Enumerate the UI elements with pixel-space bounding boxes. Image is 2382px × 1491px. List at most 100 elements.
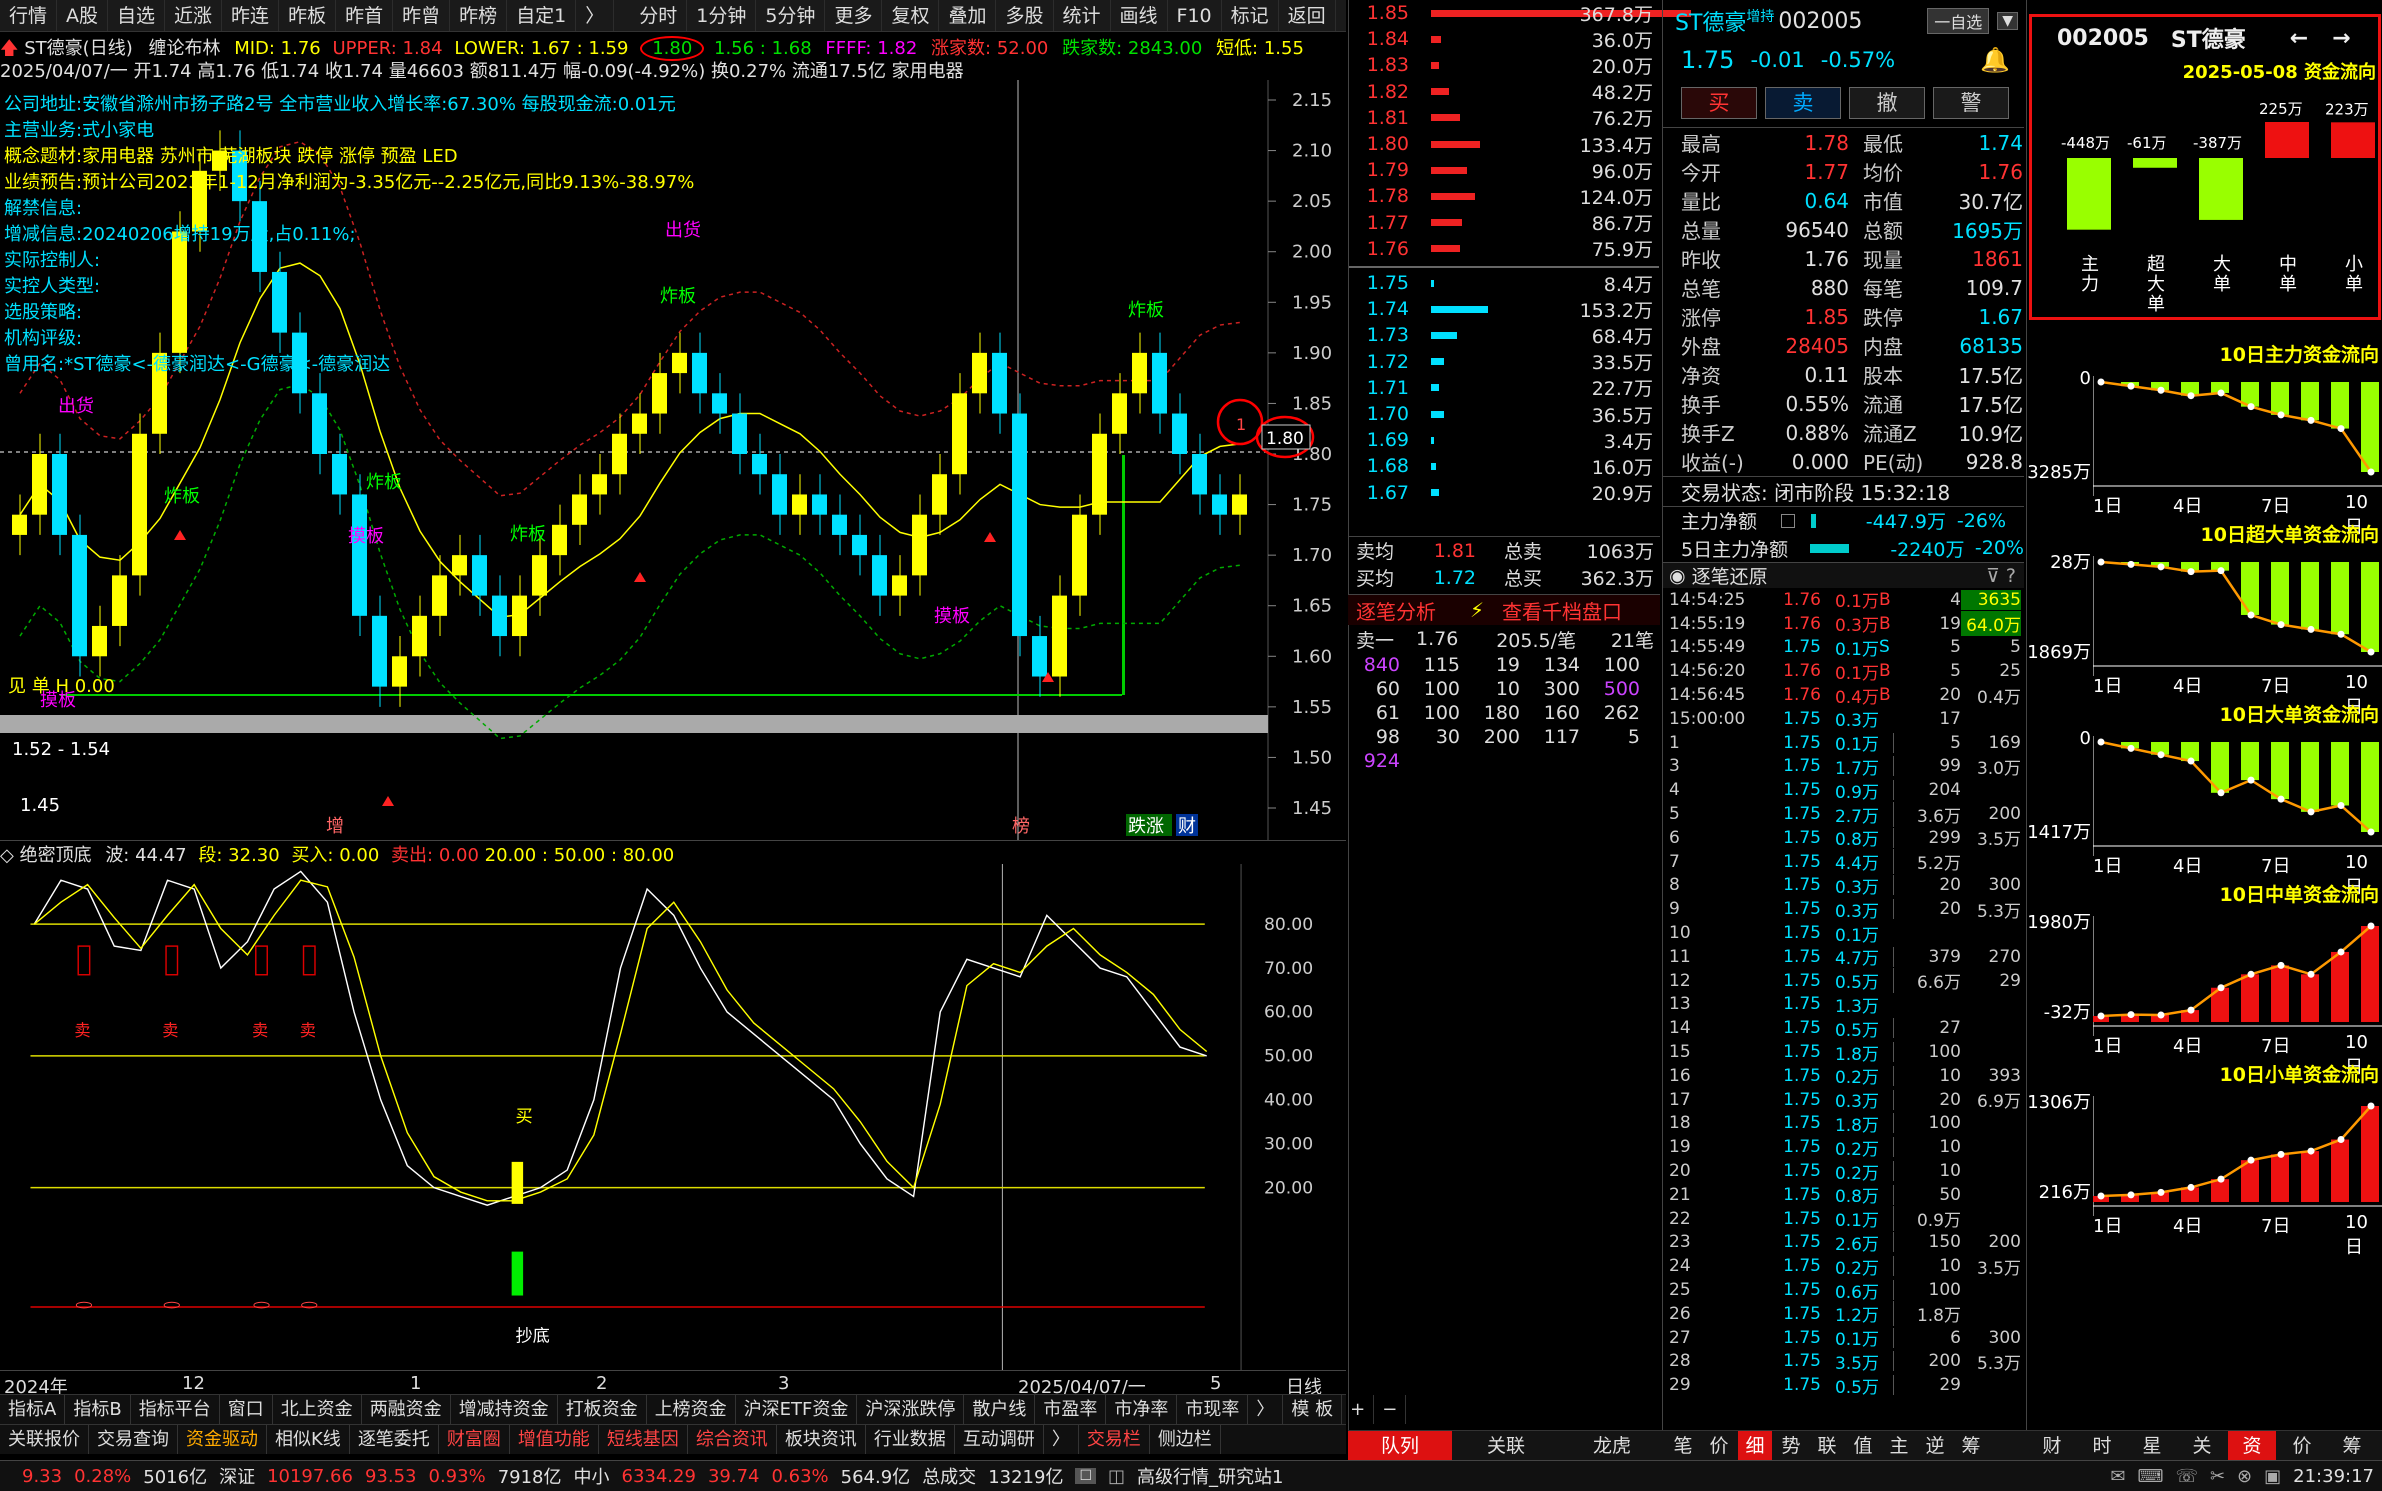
toolbar-item-0[interactable]: 行情	[0, 0, 58, 31]
depth-link[interactable]: 查看千档盘口	[1502, 596, 1622, 625]
indicator-tab[interactable]: 沪深涨跌停	[857, 1395, 965, 1424]
trade-button-0[interactable]: 买	[1681, 87, 1757, 119]
function-tab[interactable]: 交易栏	[1079, 1425, 1150, 1454]
function-tab[interactable]: 短线基因	[599, 1425, 688, 1454]
tools-icon[interactable]: ✂	[2210, 1466, 2225, 1487]
ask-row[interactable]: 1.78 124.0万	[1349, 183, 1659, 209]
function-tab[interactable]: 综合资讯	[688, 1425, 777, 1454]
trade-button-2[interactable]: 撤	[1849, 87, 1925, 119]
ask-row[interactable]: 1.80 133.4万	[1349, 131, 1659, 157]
toolbar-item-5[interactable]: 昨板	[279, 0, 337, 31]
function-tab[interactable]: 财富圈	[439, 1425, 510, 1454]
analysis-tab[interactable]: 逐笔分析	[1356, 596, 1436, 625]
toolbar-item-10[interactable]: 〉	[576, 0, 615, 31]
bid-row[interactable]: 1.67 20.9万	[1349, 480, 1659, 506]
dropdown-icon[interactable]: ▼	[1997, 12, 2018, 30]
rtab-right[interactable]: 筹	[2328, 1431, 2376, 1461]
function-tab[interactable]: 逐笔委托	[350, 1425, 439, 1454]
rtab-right[interactable]: 价	[2278, 1431, 2326, 1461]
rtab-right[interactable]: 关	[2178, 1431, 2226, 1461]
rtab-right[interactable]: 时	[2078, 1431, 2126, 1461]
indicator-tab[interactable]: 两融资金	[362, 1395, 451, 1424]
bid-row[interactable]: 1.72 33.5万	[1349, 349, 1659, 375]
function-tab[interactable]: 行业数据	[866, 1425, 955, 1454]
toolbar-item-14[interactable]: 更多	[825, 0, 883, 31]
toolbar-item-8[interactable]: 昨榜	[450, 0, 508, 31]
rtab-right[interactable]: 资	[2228, 1431, 2276, 1461]
function-tab[interactable]: 相似K线	[267, 1425, 350, 1454]
ask-row[interactable]: 1.83 20.0万	[1349, 52, 1659, 78]
trade-button-3[interactable]: 警	[1933, 87, 2009, 119]
message-icon[interactable]: ☏	[2175, 1466, 2198, 1487]
arrow-right-icon[interactable]: →	[2332, 26, 2350, 51]
function-tab[interactable]: 增值功能	[510, 1425, 599, 1454]
function-tab[interactable]: 〉	[1044, 1425, 1079, 1454]
toolbar-item-13[interactable]: 5分钟	[756, 0, 826, 31]
toolbar-item-12[interactable]: 1分钟	[687, 0, 757, 31]
indicator-tab[interactable]: 打板资金	[558, 1395, 647, 1424]
toolbar-item-1[interactable]: A股	[57, 0, 109, 31]
collapse-icon[interactable]: ◉	[1669, 565, 1686, 587]
bid-row[interactable]: 1.71 22.7万	[1349, 375, 1659, 401]
ask-row[interactable]: 1.76 75.9万	[1349, 236, 1659, 262]
indicator-chart[interactable]: 80.00 70.00 60.00 50.00 40.00 30.00 20.00 卖 卖 卖 卖…	[0, 864, 1346, 1370]
bid-row[interactable]: 1.70 36.5万	[1349, 401, 1659, 427]
rtab-left[interactable]: 龙虎	[1560, 1431, 1664, 1461]
function-tab[interactable]: 互动调研	[955, 1425, 1044, 1454]
indicator-tab[interactable]: 指标B	[65, 1395, 131, 1424]
trade-button-1[interactable]: 卖	[1765, 87, 1841, 119]
rtab-left[interactable]: 关联	[1454, 1431, 1558, 1461]
function-tab[interactable]: 板块资讯	[777, 1425, 866, 1454]
toolbar-item-2[interactable]: 自选	[108, 0, 166, 31]
function-tab[interactable]: 交易查询	[89, 1425, 178, 1454]
toolbar-item-15[interactable]: 复权	[882, 0, 940, 31]
indicator-name[interactable]: 缠论布林	[148, 38, 220, 59]
indicator-tab[interactable]: 市现率	[1177, 1395, 1249, 1424]
indicator-tab[interactable]: 增减持资金	[451, 1395, 558, 1424]
indicator-tab[interactable]: 北上资金	[273, 1395, 362, 1424]
function-tab[interactable]: 侧边栏	[1150, 1425, 1221, 1454]
function-tab[interactable]: 关联报价	[0, 1425, 89, 1454]
rtab-mid[interactable]: 联	[1810, 1431, 1844, 1461]
arrow-left-icon[interactable]: ←	[2290, 26, 2308, 51]
rtab-right[interactable]: 星	[2128, 1431, 2176, 1461]
ask-row[interactable]: 1.81 76.2万	[1349, 105, 1659, 131]
indicator-tab[interactable]: 指标平台	[131, 1395, 220, 1424]
rtab-mid[interactable]: 筹	[1954, 1431, 1988, 1461]
indicator-tab[interactable]: 上榜资金	[647, 1395, 736, 1424]
indicator-tab[interactable]: 窗口	[220, 1395, 273, 1424]
watchlist-button[interactable]: 一自选	[1927, 8, 1990, 34]
toolbar-item-6[interactable]: 昨首	[336, 0, 394, 31]
rtab-mid[interactable]: 笔	[1666, 1431, 1700, 1461]
mail-icon[interactable]: ✉	[2110, 1466, 2125, 1487]
rtab-mid[interactable]: 主	[1882, 1431, 1916, 1461]
ask-row[interactable]: 1.77 86.7万	[1349, 210, 1659, 236]
toolbar-item-17[interactable]: 多股	[996, 0, 1054, 31]
toolbar-item-16[interactable]: 叠加	[939, 0, 997, 31]
ask-row[interactable]: 1.84 36.0万	[1349, 26, 1659, 52]
toolbar-item-22[interactable]: 返回	[1279, 0, 1336, 31]
function-tab[interactable]: 资金驱动	[178, 1425, 267, 1454]
toolbar-item-9[interactable]: 自定1	[507, 0, 577, 31]
indicator-tab[interactable]: 指标A	[0, 1395, 66, 1424]
rtab-left[interactable]: 队列	[1348, 1431, 1452, 1461]
indicator-tab[interactable]: 模 板	[1283, 1395, 1343, 1424]
bid-row[interactable]: 1.69 3.4万	[1349, 427, 1659, 453]
bid-row[interactable]: 1.75 8.4万	[1349, 270, 1659, 296]
toolbar-item-21[interactable]: 标记	[1222, 0, 1279, 31]
indicator-tab[interactable]: 市净率	[1106, 1395, 1178, 1424]
toolbar-item-4[interactable]: 昨连	[222, 0, 280, 31]
toolbar-item-18[interactable]: 统计	[1054, 0, 1111, 31]
rtab-mid[interactable]: 价	[1702, 1431, 1736, 1461]
rtab-right[interactable]: 财	[2028, 1431, 2076, 1461]
keyboard-icon[interactable]: ⌨	[2137, 1466, 2163, 1487]
indicator-tab[interactable]: 市盈率	[1035, 1395, 1107, 1424]
toolbar-item-7[interactable]: 昨曾	[393, 0, 451, 31]
screen-icon[interactable]: ▣	[2264, 1466, 2281, 1487]
toolbar-item-20[interactable]: F10	[1168, 0, 1222, 31]
bid-row[interactable]: 1.73 68.4万	[1349, 322, 1659, 348]
bid-row[interactable]: 1.68 16.0万	[1349, 453, 1659, 479]
indicator-tab[interactable]: 〉	[1248, 1395, 1284, 1424]
toolbar-item-19[interactable]: 画线	[1111, 0, 1168, 31]
bid-row[interactable]: 1.74 153.2万	[1349, 296, 1659, 322]
